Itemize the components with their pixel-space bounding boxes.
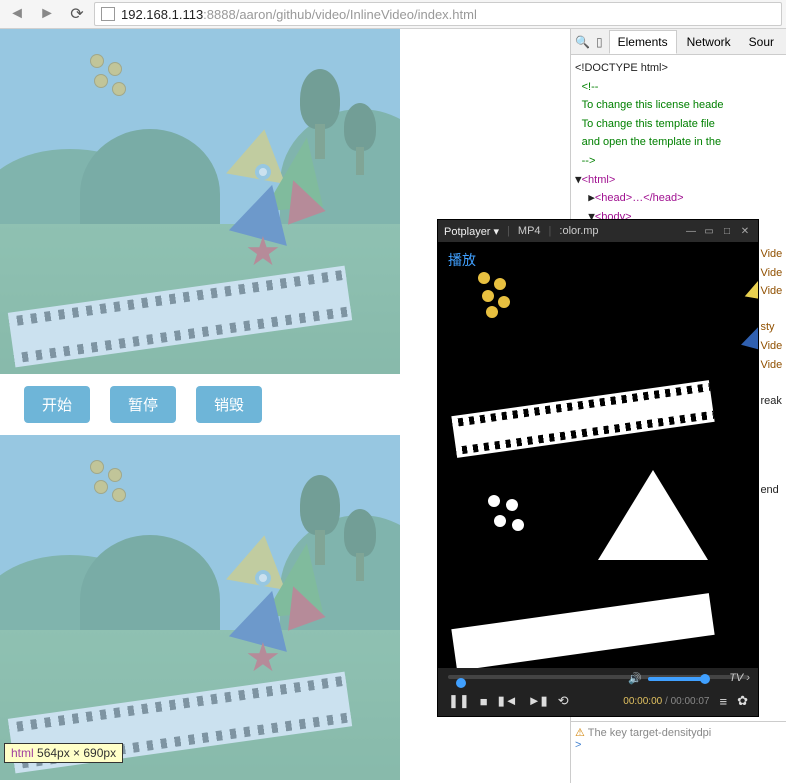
url-bar[interactable]: 192.168.1.113:8888/aaron/github/video/In… [94,2,782,26]
page-icon [101,7,115,21]
tab-elements[interactable]: Elements [609,30,677,54]
loop-icon[interactable]: ⟲ [558,693,569,709]
restore-icon[interactable]: ▭ [702,225,716,237]
volume-icon[interactable]: 🔊 [628,672,642,685]
potplayer-titlebar[interactable]: Potplayer ▾ | MP4 | :olor.mp — ▭ □ ✕ [438,220,758,242]
time-display: 00:00:00 / 00:00:07 [623,696,709,707]
potplayer-video[interactable]: 播放 ★ [438,242,758,668]
close-icon[interactable]: ✕ [738,225,752,237]
devtools-toolbar: 🔍 ▯ Elements Network Sour [571,29,786,55]
stop-icon[interactable]: ■ [480,694,488,709]
warning-icon: ⚠ [575,727,585,739]
tab-network[interactable]: Network [679,31,739,53]
potplayer-format: MP4 [518,225,541,237]
destroy-button-1[interactable]: 销毁 [196,386,262,423]
settings-icon[interactable]: ✿ [737,693,748,709]
tooltip-dims: 564px × 690px [37,746,116,760]
element-tooltip: html 564px × 690px [4,743,123,763]
pause-icon[interactable]: ❚❚ [448,693,470,709]
pause-button-1[interactable]: 暂停 [110,386,176,423]
playlist-icon[interactable]: ≡ [720,694,728,709]
console-panel[interactable]: ⚠ The key target-densitydpi > [571,721,786,783]
next-icon[interactable]: ►▮ [528,693,548,709]
forward-button[interactable]: ► [34,3,60,25]
back-button[interactable]: ◄ [4,3,30,25]
url-path: :8888/aaron/github/video/InlineVideo/ind… [203,7,477,22]
minimize-icon[interactable]: — [684,225,698,237]
seek-bar[interactable]: TV › 🔊 [438,668,758,686]
reload-button[interactable]: ⟳ [64,3,90,25]
tab-sources[interactable]: Sour [741,31,782,53]
inspect-icon[interactable]: 🔍 [575,32,590,52]
video-scene-1: ★ [0,29,400,374]
potplayer-title: Potplayer ▾ [444,225,499,238]
console-warning: The key target-densitydpi [588,727,712,739]
browser-toolbar: ◄ ► ⟳ 192.168.1.113:8888/aaron/github/vi… [0,0,786,29]
console-prompt[interactable]: > [575,739,782,751]
prev-icon[interactable]: ▮◄ [498,693,518,709]
video-scene-2: ★ [0,435,400,780]
start-button-1[interactable]: 开始 [24,386,90,423]
url-host: 192.168.1.113 [121,7,203,22]
device-icon[interactable]: ▯ [592,32,607,52]
tooltip-tag: html [11,746,34,760]
potplayer-controls: TV › 🔊 ❚❚ ■ ▮◄ ►▮ ⟲ 00:00:00 / 00:00:07 … [438,668,758,716]
maximize-icon[interactable]: □ [720,225,734,237]
potplayer-window[interactable]: Potplayer ▾ | MP4 | :olor.mp — ▭ □ ✕ 播放 … [437,219,759,717]
potplayer-file: :olor.mp [559,225,598,237]
volume-slider[interactable] [648,677,708,681]
